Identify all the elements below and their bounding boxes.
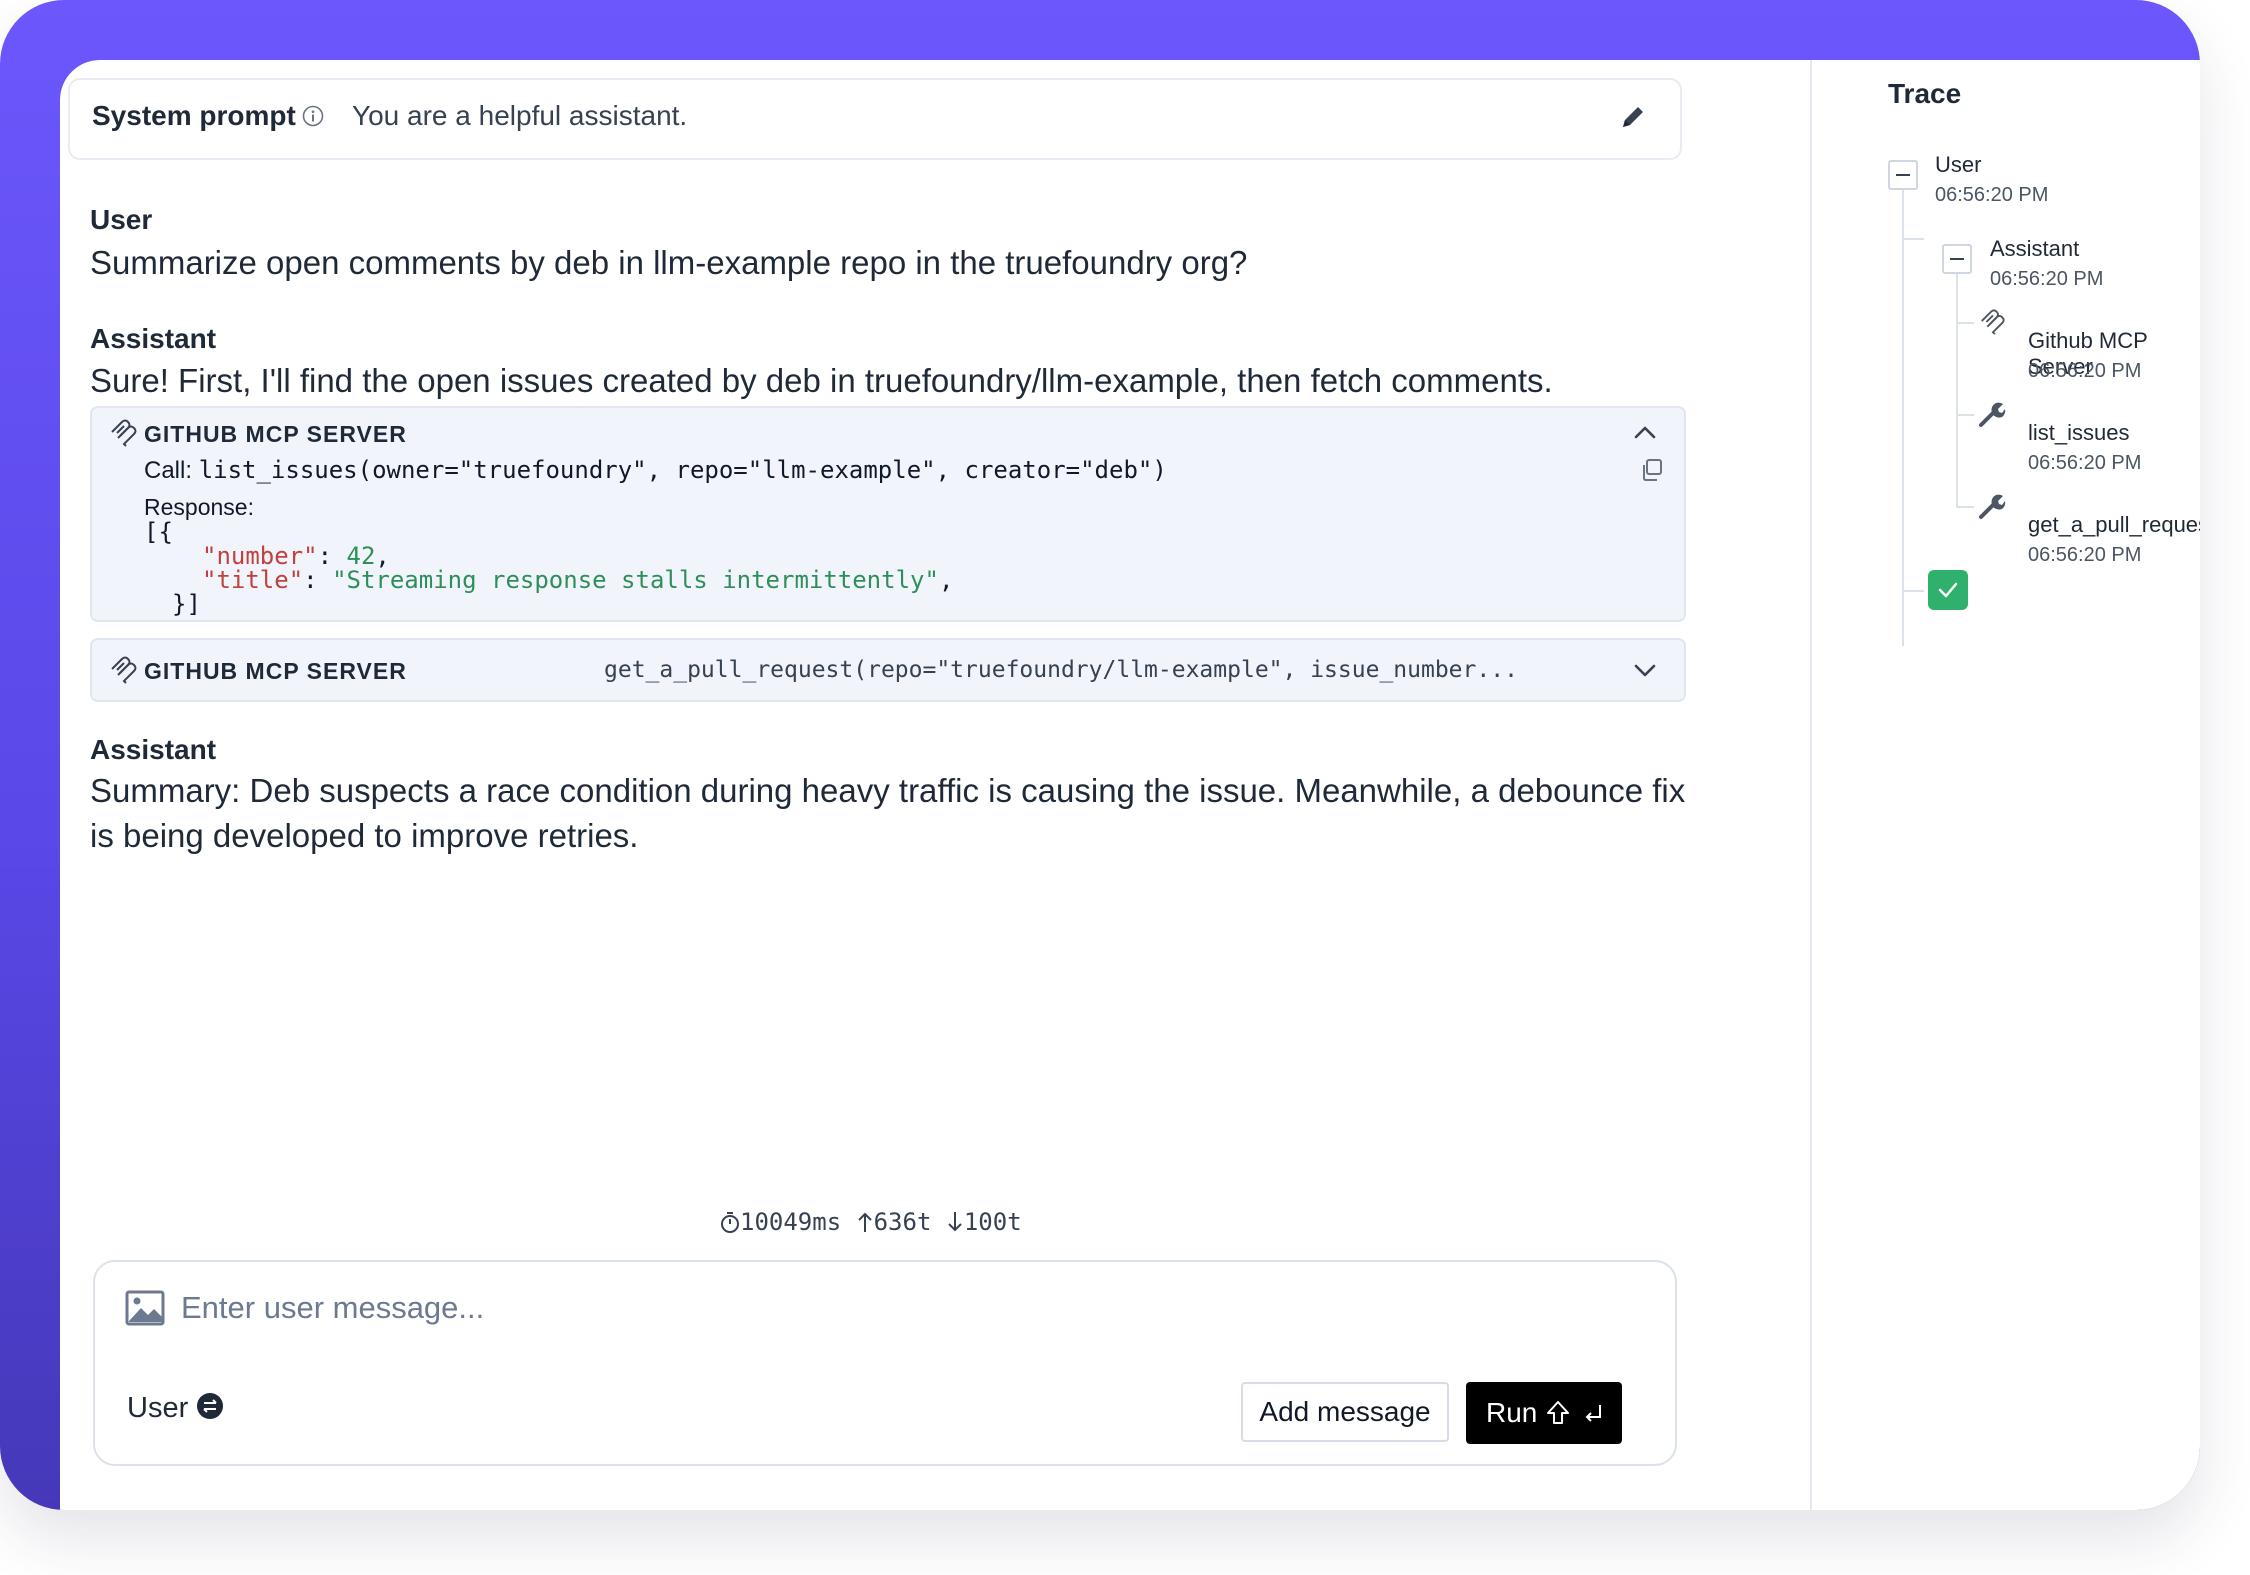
call-code: list_issues(owner="truefoundry", repo="l… — [198, 456, 1167, 484]
wrench-icon — [1979, 494, 2006, 519]
image-icon[interactable] — [125, 1290, 165, 1326]
assistant-role-label: Assistant — [90, 323, 217, 354]
response-open: [{ — [144, 518, 173, 546]
run-stats: 10049ms 636t 100t — [720, 1208, 1022, 1236]
info-icon[interactable] — [302, 105, 324, 127]
chat-area: System prompt You are a helpful assistan… — [60, 60, 1810, 1510]
trace-node-user[interactable]: User — [1935, 152, 1981, 178]
tool-server-label: GITHUB MCP SERVER — [144, 421, 407, 447]
trace-node-list-issues[interactable]: list_issues — [2028, 420, 2129, 446]
trace-node-assistant[interactable]: Assistant — [1990, 236, 2079, 262]
tokens-down-value: 100t — [963, 1208, 1022, 1236]
mcp-server-icon — [1981, 309, 2005, 335]
check-icon — [1938, 582, 1958, 598]
shift-icon — [1547, 1401, 1569, 1424]
user-message: Summarize open comments by deb in llm-ex… — [90, 244, 1248, 281]
assistant-message: Sure! First, I'll find the open issues c… — [90, 362, 1553, 399]
tree-line — [1956, 322, 1974, 324]
tree-line — [1902, 178, 1904, 646]
trace-node-time: 06:56:20 PM — [1990, 268, 2104, 290]
tree-line — [1956, 264, 1958, 506]
trace-node-time: 06:56:20 PM — [2028, 360, 2142, 382]
response-line-title: "title": "Streaming response stalls inte… — [202, 566, 954, 594]
arrow-up-icon — [857, 1212, 872, 1232]
tool-call-preview: get_a_pull_request(repo="truefoundry/llm… — [604, 657, 1518, 683]
response-label: Response: — [144, 494, 254, 520]
collapse-toggle[interactable] — [1942, 244, 1972, 274]
message-input[interactable] — [179, 1284, 1483, 1332]
wrench-icon — [1979, 402, 2006, 427]
enter-icon — [1585, 1405, 1601, 1422]
tree-line — [1956, 506, 1974, 508]
tree-line — [1902, 238, 1924, 240]
trace-panel: Trace User 06:56:20 PM Assistant 06:56:2… — [1820, 60, 2200, 1510]
tool-call-expanded: GITHUB MCP SERVER Call: list_issues(owne… — [90, 406, 1686, 622]
app-panel: System prompt You are a helpful assistan… — [60, 60, 2200, 1510]
tool-call-collapsed[interactable]: GITHUB MCP SERVER get_a_pull_request(rep… — [90, 638, 1686, 702]
trace-node-time: 06:56:20 PM — [2028, 544, 2142, 566]
tree-line — [1902, 590, 1924, 592]
tokens-up-value: 636t — [873, 1208, 932, 1236]
mcp-server-icon — [111, 656, 137, 684]
mcp-server-icon — [111, 419, 137, 447]
trace-title: Trace — [1888, 78, 1962, 109]
pencil-icon[interactable] — [1618, 102, 1648, 132]
tool-call-line: Call: list_issues(owner="truefoundry", r… — [144, 456, 1167, 485]
system-prompt-bar[interactable]: System prompt You are a helpful assistan… — [68, 78, 1682, 160]
message-composer: User Add message Run — [93, 1260, 1677, 1466]
call-label: Call: — [144, 457, 199, 484]
assistant-message: Summary: Deb suspects a race condition d… — [90, 772, 1686, 854]
swap-icon — [197, 1393, 224, 1419]
status-badge — [1928, 570, 1968, 610]
user-role-label: User — [90, 204, 153, 235]
panel-divider — [1810, 60, 1812, 1510]
collapse-toggle[interactable] — [1888, 160, 1918, 190]
chevron-up-icon[interactable] — [1630, 418, 1660, 448]
run-button[interactable]: Run — [1466, 1382, 1622, 1444]
system-prompt-value: You are a helpful assistant. — [352, 100, 688, 131]
role-selector-label: User — [127, 1392, 189, 1424]
role-selector[interactable]: User — [127, 1392, 224, 1425]
trace-node-get-pull-request[interactable]: get_a_pull_request — [2028, 512, 2200, 538]
duration-value: 10049ms — [740, 1208, 842, 1236]
app-frame: System prompt You are a helpful assistan… — [0, 0, 2200, 1510]
copy-icon[interactable] — [1638, 456, 1666, 484]
add-message-button[interactable]: Add message — [1241, 1382, 1449, 1442]
tool-server-label: GITHUB MCP SERVER — [144, 658, 407, 684]
stopwatch-icon — [721, 1212, 739, 1233]
system-prompt-label: System prompt — [92, 100, 296, 131]
trace-node-time: 06:56:20 PM — [1935, 184, 2049, 206]
chevron-down-icon[interactable] — [1630, 655, 1660, 685]
run-button-label: Run — [1486, 1397, 1538, 1428]
assistant-role-label: Assistant — [90, 734, 217, 765]
response-close: }] — [172, 590, 201, 618]
tree-line — [1956, 414, 1974, 416]
arrow-down-icon — [948, 1212, 962, 1232]
trace-node-time: 06:56:20 PM — [2028, 452, 2142, 474]
